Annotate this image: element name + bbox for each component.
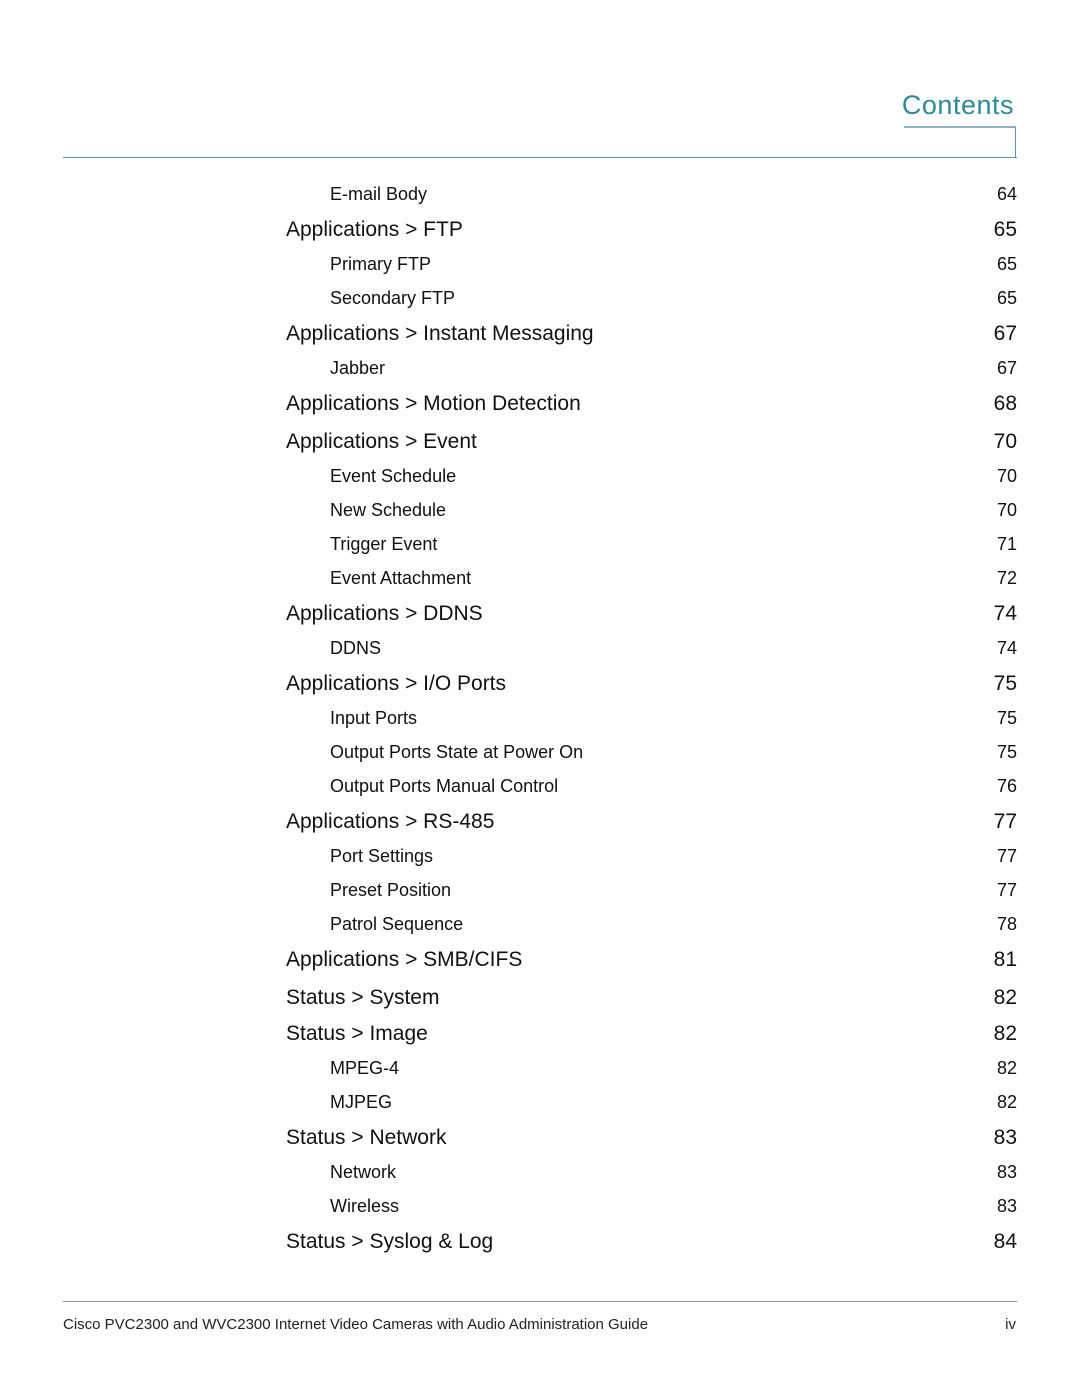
toc-entry-page: 84 [993,1230,1017,1253]
toc-subsection-entry[interactable]: Output Ports Manual Control 76 [286,776,1017,797]
toc-entry-page: 76 [996,776,1017,796]
toc-entry-title: New Schedule [330,500,447,520]
toc-subsection-entry[interactable]: Network 83 [286,1162,1017,1183]
toc-entry-page: 71 [996,534,1017,554]
toc-entry-page: 75 [996,708,1017,728]
toc-entry-page: 83 [996,1196,1017,1216]
toc-entry-title: Event Schedule [330,466,457,486]
toc-subsection-entry[interactable]: Input Ports 75 [286,708,1017,729]
toc-entry-page: 65 [996,254,1017,274]
toc-subsection-entry[interactable]: Patrol Sequence 78 [286,914,1017,935]
toc-subsection-entry[interactable]: Event Attachment 72 [286,568,1017,589]
toc-entry-title: Output Ports Manual Control [330,776,559,796]
toc-section-entry[interactable]: Applications > DDNS 74 [286,602,1017,626]
toc-entry-page: 72 [996,568,1017,588]
toc-subsection-entry[interactable]: Port Settings 77 [286,846,1017,867]
toc-entry-page: 77 [993,810,1017,833]
toc-subsection-entry[interactable]: Jabber 67 [286,358,1017,379]
toc-entry-page: 64 [996,184,1017,204]
toc-section-entry[interactable]: Applications > Instant Messaging 67 [286,322,1017,346]
toc-entry-title: DDNS [330,638,382,658]
header-title-box [904,126,1016,157]
toc-entry-page: 74 [993,602,1017,625]
toc-entry-page: 82 [993,986,1017,1009]
toc-subsection-entry[interactable]: Event Schedule 70 [286,466,1017,487]
footer-rule [63,1301,1017,1302]
toc-section-entry[interactable]: Applications > I/O Ports 75 [286,672,1017,696]
toc-entry-page: 67 [996,358,1017,378]
toc-entry-title: Network [330,1162,397,1182]
toc-entry-page: 70 [996,500,1017,520]
footer-document-title: Cisco PVC2300 and WVC2300 Internet Video… [63,1316,649,1333]
toc-section-entry[interactable]: Applications > FTP 65 [286,218,1017,242]
toc-entry-page: 81 [993,948,1017,971]
toc-subsection-entry[interactable]: Primary FTP 65 [286,254,1017,275]
toc-entry-title: Event Attachment [330,568,472,588]
toc-subsection-entry[interactable]: Output Ports State at Power On 75 [286,742,1017,763]
page-title: Contents [901,90,1014,120]
toc-entry-page: 74 [996,638,1017,658]
toc-entry-title: Output Ports State at Power On [330,742,584,762]
toc-subsection-entry[interactable]: MJPEG 82 [286,1092,1017,1113]
toc-section-entry[interactable]: Status > Network 83 [286,1126,1017,1150]
toc-entry-title: Patrol Sequence [330,914,464,934]
toc-entry-page: 77 [996,880,1017,900]
toc-entry-page: 70 [996,466,1017,486]
toc-section-entry[interactable]: Applications > SMB/CIFS 81 [286,948,1017,972]
toc-subsection-entry[interactable]: Secondary FTP 65 [286,288,1017,309]
toc-entry-title: Applications > I/O Ports [286,672,507,695]
toc-section-entry[interactable]: Applications > Event 70 [286,430,1017,454]
toc-entry-page: 83 [993,1126,1017,1149]
toc-subsection-entry[interactable]: DDNS 74 [286,638,1017,659]
footer-page-number: iv [1005,1316,1016,1333]
toc-section-entry[interactable]: Status > System 82 [286,986,1017,1010]
toc-entry-title: Applications > Instant Messaging [286,322,594,345]
toc-entry-title: Applications > DDNS [286,602,483,625]
toc-entry-title: Status > System [286,986,440,1009]
toc-entry-title: Status > Syslog & Log [286,1230,494,1253]
toc-entry-page: 82 [996,1092,1017,1112]
toc-entry-page: 77 [996,846,1017,866]
toc-entry-title: Input Ports [330,708,418,728]
toc-section-entry[interactable]: Status > Syslog & Log 84 [286,1230,1017,1254]
toc-entry-title: Preset Position [330,880,452,900]
toc-entry-page: 65 [993,218,1017,241]
toc-entry-page: 75 [993,672,1017,695]
toc-entry-title: E-mail Body [330,184,428,204]
toc-entry-page: 82 [996,1058,1017,1078]
toc-entry-title: Wireless [330,1196,400,1216]
toc-entry-title: Applications > Motion Detection [286,392,581,415]
toc-section-entry[interactable]: Applications > Motion Detection 68 [286,392,1017,416]
toc-subsection-entry[interactable]: New Schedule 70 [286,500,1017,521]
toc-entry-title: MPEG-4 [330,1058,400,1078]
toc-entry-page: 67 [993,322,1017,345]
toc-entry-title: Applications > FTP [286,218,463,241]
toc-entry-page: 75 [996,742,1017,762]
toc-subsection-entry[interactable]: Trigger Event 71 [286,534,1017,555]
toc-entry-title: MJPEG [330,1092,393,1112]
toc-entry-page: 68 [993,392,1017,415]
toc-subsection-entry[interactable]: MPEG-4 82 [286,1058,1017,1079]
toc-entry-title: Trigger Event [330,534,438,554]
toc-section-entry[interactable]: Applications > RS-485 77 [286,810,1017,834]
header-rule [63,157,1017,158]
toc-entry-page: 82 [993,1022,1017,1045]
toc-entry-title: Applications > Event [286,430,477,453]
toc-entry-title: Applications > SMB/CIFS [286,948,523,971]
toc-entry-page: 78 [996,914,1017,934]
toc-entry-title: Secondary FTP [330,288,456,308]
toc-entry-page: 70 [993,430,1017,453]
toc-entry-page: 65 [996,288,1017,308]
toc-entry-title: Applications > RS-485 [286,810,495,833]
toc-subsection-entry[interactable]: Wireless 83 [286,1196,1017,1217]
toc-entry-title: Status > Network [286,1126,447,1149]
toc-subsection-entry[interactable]: E-mail Body 64 [286,184,1017,205]
toc-entry-page: 83 [996,1162,1017,1182]
toc-entry-title: Jabber [330,358,386,378]
toc-entry-title: Port Settings [330,846,434,866]
toc-entry-title: Status > Image [286,1022,428,1045]
toc-section-entry[interactable]: Status > Image 82 [286,1022,1017,1046]
toc-entry-title: Primary FTP [330,254,431,274]
toc-subsection-entry[interactable]: Preset Position 77 [286,880,1017,901]
